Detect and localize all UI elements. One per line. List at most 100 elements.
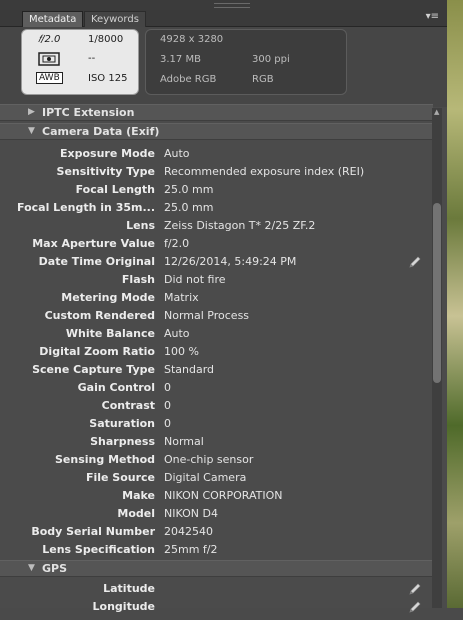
panel-grip[interactable] (214, 3, 250, 8)
metadata-row[interactable]: Flash Did not fire (0, 271, 420, 289)
field-label: Focal Length in 35m... (17, 201, 155, 214)
section-gps[interactable]: ▼ GPS (0, 560, 433, 577)
color-profile: Adobe RGB (160, 74, 217, 85)
field-label: Body Serial Number (31, 525, 155, 538)
file-properties-box: 4928 x 3280 3.17 MB 300 ppi Adobe RGB RG… (145, 29, 347, 95)
metadata-row[interactable]: White Balance Auto (0, 325, 420, 343)
field-value[interactable]: 25mm f/2 (164, 541, 218, 559)
metadata-row[interactable]: Gain Control 0 (0, 379, 420, 397)
field-label: Saturation (89, 417, 155, 430)
field-value[interactable]: Auto (164, 325, 190, 343)
metadata-row[interactable]: Sensitivity Type Recommended exposure ind… (0, 163, 420, 181)
field-label: Model (117, 507, 155, 520)
metadata-row[interactable]: Lens Zeiss Distagon T* 2/25 ZF.2 (0, 217, 420, 235)
field-value[interactable]: 25.0 mm (164, 199, 213, 217)
tab-metadata[interactable]: Metadata (22, 11, 84, 27)
field-value[interactable]: 25.0 mm (164, 181, 213, 199)
metadata-row[interactable]: File Source Digital Camera (0, 469, 420, 487)
edit-pen-icon[interactable] (408, 255, 422, 269)
metadata-row[interactable]: Focal Length in 35m... 25.0 mm (0, 199, 420, 217)
field-value[interactable]: Recommended exposure index (REI) (164, 163, 364, 181)
metadata-row[interactable]: Latitude (0, 580, 422, 598)
edit-pen-icon[interactable] (408, 582, 422, 596)
field-value[interactable]: Did not fire (164, 271, 226, 289)
field-label: Sharpness (90, 435, 155, 448)
field-value[interactable]: 12/26/2014, 5:49:24 PM (164, 253, 296, 271)
metadata-summary: 𝑓/2.0 1/8000 -- AWB ISO 125 4928 x 3280 … (0, 27, 447, 107)
expanded-triangle-icon: ▼ (28, 126, 35, 136)
metadata-row[interactable]: Custom Rendered Normal Process (0, 307, 420, 325)
field-label: Focal Length (75, 183, 155, 196)
field-label: Scene Capture Type (32, 363, 155, 376)
field-label: Digital Zoom Ratio (39, 345, 155, 358)
color-mode: RGB (252, 74, 274, 85)
field-value[interactable]: Standard (164, 361, 214, 379)
field-label: Max Aperture Value (32, 237, 155, 250)
tab-keywords[interactable]: Keywords (84, 11, 146, 27)
metadata-row[interactable]: Scene Capture Type Standard (0, 361, 420, 379)
field-label: White Balance (65, 327, 155, 340)
metadata-row[interactable]: Contrast 0 (0, 397, 420, 415)
field-label: Flash (121, 273, 155, 286)
field-label: Longitude (92, 600, 155, 613)
field-value[interactable]: f/2.0 (164, 235, 189, 253)
field-value[interactable]: Digital Camera (164, 469, 246, 487)
metadata-row[interactable]: Sharpness Normal (0, 433, 420, 451)
metadata-row[interactable]: Digital Zoom Ratio 100 % (0, 343, 420, 361)
field-value[interactable]: 0 (164, 397, 171, 415)
field-label: Date Time Original (38, 255, 155, 268)
file-size: 3.17 MB (160, 54, 201, 65)
metadata-row[interactable]: Body Serial Number 2042540 (0, 523, 420, 541)
metadata-row[interactable]: Model NIKON D4 (0, 505, 420, 523)
field-label: Exposure Mode (60, 147, 155, 160)
collapsed-triangle-icon: ▶ (28, 107, 35, 117)
field-value[interactable]: Auto (164, 145, 190, 163)
field-value[interactable]: Zeiss Distagon T* 2/25 ZF.2 (164, 217, 315, 235)
field-label: Sensing Method (55, 453, 155, 466)
field-label: Gain Control (77, 381, 155, 394)
field-value[interactable]: Normal (164, 433, 204, 451)
metadata-row[interactable]: Sensing Method One-chip sensor (0, 451, 420, 469)
metering-icon (38, 52, 60, 69)
metadata-row[interactable]: Focal Length 25.0 mm (0, 181, 420, 199)
tab-bar: Metadata Keywords ▾≡ (0, 10, 447, 27)
background-photo-edge (447, 0, 463, 608)
aperture-value: 𝑓/2.0 (38, 34, 61, 45)
field-value[interactable]: 0 (164, 379, 171, 397)
field-value[interactable]: 2042540 (164, 523, 213, 541)
metadata-row[interactable]: Make NIKON CORPORATION (0, 487, 420, 505)
edit-pen-icon[interactable] (408, 600, 422, 614)
field-value[interactable]: NIKON D4 (164, 505, 218, 523)
field-value[interactable]: Matrix (164, 289, 199, 307)
metadata-row[interactable]: Lens Specification 25mm f/2 (0, 541, 420, 559)
field-value[interactable]: Normal Process (164, 307, 249, 325)
field-label: Sensitivity Type (56, 165, 155, 178)
scroll-up-icon[interactable]: ▲ (434, 108, 439, 116)
field-value[interactable]: 0 (164, 415, 171, 433)
panel-menu-icon[interactable]: ▾≡ (426, 11, 439, 22)
metadata-row[interactable]: Exposure Mode Auto (0, 145, 420, 163)
field-label: Metering Mode (61, 291, 155, 304)
image-dimensions: 4928 x 3280 (160, 34, 224, 45)
field-label: Latitude (103, 582, 155, 595)
camera-settings-box: 𝑓/2.0 1/8000 -- AWB ISO 125 (21, 29, 139, 95)
field-label: Contrast (101, 399, 155, 412)
scrollbar[interactable]: ▲ (432, 108, 442, 608)
metadata-row[interactable]: Metering Mode Matrix (0, 289, 420, 307)
field-label: Lens Specification (42, 543, 155, 556)
metadata-panel: Metadata Keywords ▾≡ 𝑓/2.0 1/8000 -- AWB… (0, 10, 447, 613)
field-label: Make (122, 489, 155, 502)
field-value[interactable]: 100 % (164, 343, 199, 361)
metadata-row[interactable]: Longitude (0, 598, 422, 616)
field-label: File Source (85, 471, 155, 484)
metadata-row[interactable]: Date Time Original 12/26/2014, 5:49:24 PM (0, 253, 422, 271)
field-label: Lens (126, 219, 155, 232)
shutter-value: 1/8000 (88, 34, 124, 45)
metadata-row[interactable]: Saturation 0 (0, 415, 420, 433)
section-camera-data[interactable]: ▼ Camera Data (Exif) (0, 123, 433, 140)
field-value[interactable]: NIKON CORPORATION (164, 487, 282, 505)
metadata-row[interactable]: Max Aperture Value f/2.0 (0, 235, 420, 253)
section-iptc-extension[interactable]: ▶ IPTC Extension (0, 104, 433, 121)
field-value[interactable]: One-chip sensor (164, 451, 253, 469)
scrollbar-thumb[interactable] (433, 203, 441, 383)
